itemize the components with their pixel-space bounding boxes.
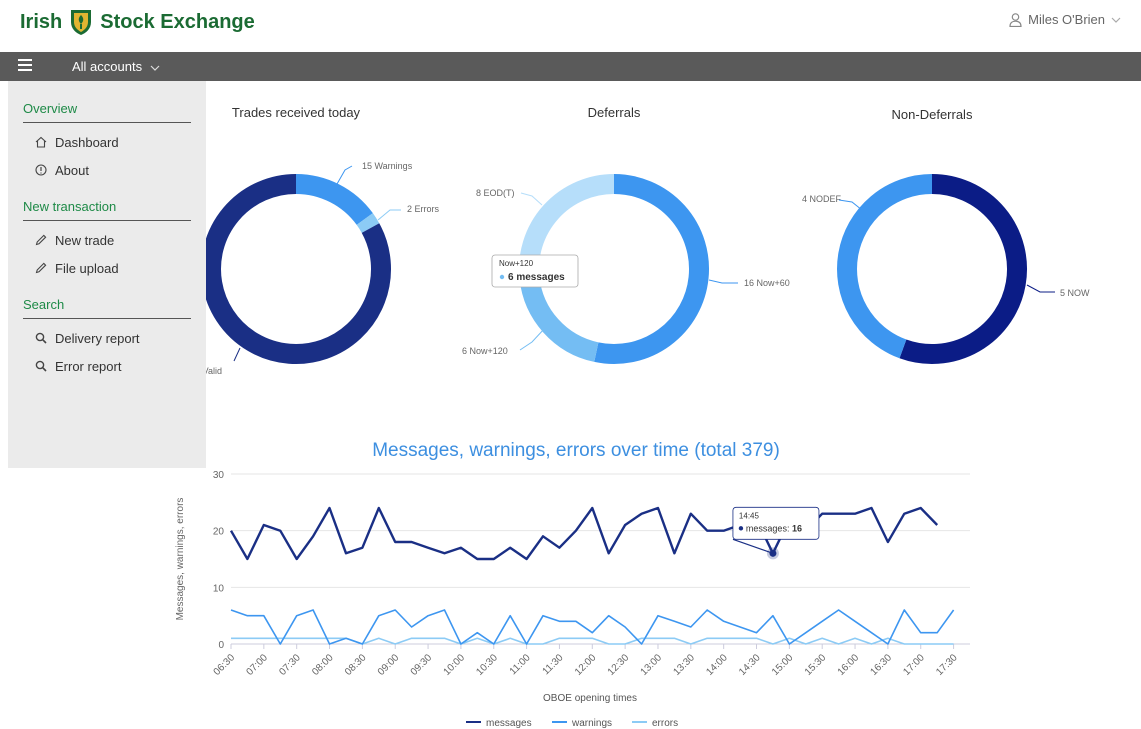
sidebar-item-error-report[interactable]: Error report <box>35 357 206 375</box>
sidebar-item-label: About <box>55 162 89 178</box>
sidebar-item-label: Dashboard <box>55 134 119 150</box>
donut-slice <box>899 174 1027 364</box>
x-tick-label: 12:30 <box>606 652 632 678</box>
tooltip-header: 14:45 <box>739 511 760 520</box>
slice-connector-line <box>708 279 738 284</box>
x-tick-label: 13:00 <box>639 652 665 678</box>
sidebar-item-dashboard[interactable]: Dashboard <box>35 133 206 151</box>
x-tick-label: 06:30 <box>212 652 238 678</box>
slice-connector-line <box>519 327 546 351</box>
slice-label: 2 Errors <box>407 204 440 214</box>
x-tick-label: 17:00 <box>901 652 927 678</box>
home-icon <box>35 136 47 148</box>
x-tick-label: 16:30 <box>869 652 895 678</box>
slice-connector-line <box>233 347 241 362</box>
chart-title: Deferrals <box>588 105 641 120</box>
donut-slice <box>295 174 373 226</box>
line-chart-title: Messages, warnings, errors over time (to… <box>372 440 780 461</box>
sidebar-item-about[interactable]: About <box>35 161 206 179</box>
app-root: Irish Stock Exchange Miles O'Brien All a… <box>0 0 1141 729</box>
legend-item-warnings[interactable]: warnings <box>552 718 612 729</box>
tooltip-value: 16 <box>792 523 802 533</box>
slice-label: 6 Now+120 <box>462 346 508 356</box>
donut-slice <box>356 213 380 233</box>
x-tick-label: 08:00 <box>310 652 336 678</box>
sidebar-item-label: New trade <box>55 232 115 248</box>
slice-label: 15 Warnings <box>362 161 413 171</box>
tooltip-series-name: messages: <box>746 523 792 533</box>
donut-chart-3: Non-Deferrals 5 NOW 4 NODEF <box>802 107 1090 364</box>
series-line-messages <box>229 506 939 561</box>
slice-connector-line <box>520 192 543 206</box>
sidebar-item-new-trade[interactable]: New trade <box>35 231 206 249</box>
sidebar-item-file-upload[interactable]: File upload <box>35 259 206 277</box>
x-tick-label: 07:30 <box>277 652 303 678</box>
legend-label: errors <box>652 718 678 729</box>
tooltip-header: Now+120 <box>499 259 534 268</box>
y-tick-label: 0 <box>218 640 224 651</box>
search-icon <box>35 332 47 344</box>
sidebar-section-overview: Overview <box>23 101 191 123</box>
slice-label: 4 NODEF <box>802 194 842 204</box>
x-tick-label: 15:00 <box>770 652 796 678</box>
pencil-icon <box>35 262 47 274</box>
x-tick-label: 09:00 <box>376 652 402 678</box>
legend-label: messages <box>486 718 532 729</box>
x-tick-label: 09:30 <box>409 652 435 678</box>
x-tick-label: 08:30 <box>343 652 369 678</box>
donut-chart-1: Trades received todayValid15 Warnings2 E… <box>201 105 440 376</box>
y-axis-label: Messages, warnings, errors <box>175 498 186 621</box>
donut-slice <box>594 174 709 364</box>
x-tick-label: 14:30 <box>737 652 763 678</box>
chart-title: Trades received today <box>232 105 361 120</box>
sidebar-menu: Overview Dashboard About New transaction… <box>8 81 206 468</box>
donut-slice <box>519 276 599 362</box>
slice-connector-line <box>336 165 353 185</box>
tooltip-dot <box>499 274 505 280</box>
x-tick-label: 14:00 <box>704 652 730 678</box>
sidebar-section-new-transaction: New transaction <box>23 199 191 221</box>
tooltip-value: 6 messages <box>508 272 565 283</box>
x-tick-label: 11:00 <box>508 652 533 677</box>
sidebar-item-label: File upload <box>55 260 119 276</box>
sidebar-item-label: Error report <box>55 358 122 374</box>
slice-label: 16 Now+60 <box>744 278 790 288</box>
x-axis-label: OBOE opening times <box>543 693 637 704</box>
tooltip-text: messages: 16 <box>746 523 802 533</box>
slice-label: 8 EOD(T) <box>476 188 515 198</box>
x-tick-label: 15:30 <box>803 652 829 678</box>
info-icon <box>35 164 47 176</box>
slice-connector-line <box>838 199 863 211</box>
slice-label: 5 NOW <box>1060 288 1090 298</box>
slice-connector-line <box>377 209 401 221</box>
line-chart: Messages, warnings, errors over time (to… <box>175 440 970 729</box>
slice-connector-line <box>1026 284 1055 293</box>
sidebar-section-search: Search <box>23 297 191 319</box>
x-tick-label: 12:00 <box>573 652 599 678</box>
deferrals-tooltip: Now+120 6 messages <box>491 254 579 288</box>
y-tick-label: 30 <box>213 470 225 481</box>
legend-label: warnings <box>571 718 612 729</box>
legend-item-errors[interactable]: errors <box>632 718 678 729</box>
legend-item-messages[interactable]: messages <box>466 718 532 729</box>
donut-chart-2: Deferrals 16 Now+60 6 Now+120 8 EOD(T) <box>462 105 790 364</box>
x-tick-label: 17:30 <box>934 652 960 678</box>
x-tick-label: 13:30 <box>671 652 697 678</box>
chart-title: Non-Deferrals <box>892 107 973 122</box>
y-tick-label: 20 <box>213 527 225 538</box>
x-tick-label: 11:30 <box>541 652 566 677</box>
x-tick-label: 10:30 <box>474 652 500 678</box>
sidebar-item-label: Delivery report <box>55 330 140 346</box>
tooltip-dot <box>738 526 744 531</box>
sidebar-item-delivery-report[interactable]: Delivery report <box>35 329 206 347</box>
x-tick-label: 07:00 <box>244 652 270 678</box>
y-tick-label: 10 <box>213 583 225 594</box>
x-tick-label: 10:00 <box>442 652 468 678</box>
x-tick-label: 16:00 <box>836 652 862 678</box>
search-icon <box>35 360 47 372</box>
pencil-icon <box>35 234 47 246</box>
